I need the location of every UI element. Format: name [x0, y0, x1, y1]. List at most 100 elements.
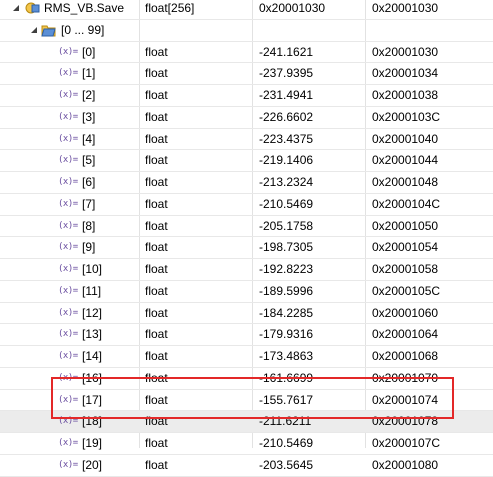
value-cell[interactable]: -173.4863: [253, 346, 366, 367]
type-cell: float: [145, 349, 168, 363]
name-cell: (x)= [19]: [0, 433, 140, 454]
value-cell[interactable]: -155.7617: [253, 390, 366, 411]
location-cell: 0x20001068: [372, 349, 439, 363]
value-cell[interactable]: -192.8223: [253, 259, 366, 280]
table-row-selected[interactable]: (x)= [18] float -211.6211 0x20001078: [0, 411, 493, 433]
table-row[interactable]: (x)= [5] float -219.1406 0x20001044: [0, 150, 493, 172]
variable-icon: (x)=: [58, 46, 78, 57]
type-cell: [140, 20, 253, 41]
collapse-toggle-icon[interactable]: [13, 5, 19, 11]
location-cell: 0x20001078: [372, 414, 439, 429]
type-cell: float: [145, 109, 168, 124]
value-cell[interactable]: -213.2324: [253, 172, 366, 193]
name-cell: (x)= [13]: [0, 324, 140, 345]
type-cell: float: [145, 457, 168, 472]
element-index: [4]: [82, 131, 96, 146]
value-cell[interactable]: -179.9316: [253, 324, 366, 345]
value-cell[interactable]: -241.1621: [253, 42, 366, 63]
element-index: [17]: [82, 392, 103, 407]
location-cell: 0x2000103C: [372, 109, 441, 124]
type-cell: float: [145, 175, 168, 189]
type-cell: float: [145, 66, 168, 81]
value-cell[interactable]: -189.5996: [253, 281, 366, 302]
name-cell: (x)= [8]: [0, 216, 140, 237]
variable-icon: (x)=: [58, 177, 78, 187]
value-cell[interactable]: -203.5645: [253, 455, 366, 476]
table-row[interactable]: (x)= [8] float -205.1758 0x20001050: [0, 216, 493, 238]
variable-icon: (x)=: [58, 133, 78, 144]
table-row[interactable]: (x)= [17] float -155.7617 0x20001074: [0, 390, 493, 412]
name-cell: (x)= [17]: [0, 390, 140, 411]
name-cell: (x)= [12]: [0, 303, 140, 324]
value-cell[interactable]: -211.6211: [253, 411, 366, 432]
element-index: [1]: [82, 66, 96, 81]
table-row[interactable]: (x)= [14] float -173.4863 0x20001068: [0, 346, 493, 368]
name-cell: (x)= [7]: [0, 194, 140, 215]
location-cell: 0x20001080: [372, 457, 439, 472]
table-row[interactable]: (x)= [4] float -223.4375 0x20001040: [0, 129, 493, 151]
name-cell: (x)= [20]: [0, 455, 140, 476]
type-cell: float: [145, 392, 168, 407]
variable-icon: (x)=: [58, 242, 78, 253]
location-cell: 0x2000105C: [372, 283, 441, 298]
name-cell: (x)= [5]: [0, 150, 140, 171]
name-cell: [0 ... 99]: [0, 20, 140, 41]
type-cell: float: [145, 327, 168, 342]
value-cell[interactable]: -237.9395: [253, 63, 366, 84]
element-index: [8]: [82, 218, 96, 233]
value-cell[interactable]: -210.5469: [253, 194, 366, 215]
table-row[interactable]: (x)= [0] float -241.1621 0x20001030: [0, 42, 493, 64]
collapse-toggle-icon[interactable]: [31, 26, 37, 33]
table-row[interactable]: (x)= [2] float -231.4941 0x20001038: [0, 85, 493, 107]
type-cell: float: [145, 262, 168, 276]
table-row[interactable]: (x)= [19] float -210.5469 0x2000107C: [0, 433, 493, 455]
variable-icon: (x)=: [58, 198, 78, 209]
element-index: [12]: [82, 305, 103, 320]
type-cell: float: [145, 370, 168, 385]
value-cell[interactable]: -226.6602: [253, 107, 366, 128]
location-cell: 0x20001060: [372, 305, 439, 320]
variable-icon: (x)=: [58, 264, 78, 274]
tree-row-rms-vb-save[interactable]: RMS_VB.Save float[256] 0x20001030 0x2000…: [0, 0, 493, 20]
table-row[interactable]: (x)= [7] float -210.5469 0x2000104C: [0, 194, 493, 216]
table-row[interactable]: (x)= [12] float -184.2285 0x20001060: [0, 303, 493, 325]
type-cell: float: [145, 153, 168, 168]
table-row[interactable]: (x)= [16] float -161.6699 0x20001070: [0, 368, 493, 390]
table-row[interactable]: (x)= [1] float -237.9395 0x20001034: [0, 63, 493, 85]
type-cell: float: [145, 44, 168, 59]
location-cell: 0x20001074: [372, 392, 439, 407]
table-row[interactable]: (x)= [11] float -189.5996 0x2000105C: [0, 281, 493, 303]
name-cell: (x)= [11]: [0, 281, 140, 302]
table-row[interactable]: (x)= [13] float -179.9316 0x20001064: [0, 324, 493, 346]
variable-icon: (x)=: [58, 438, 78, 448]
table-row[interactable]: (x)= [10] float -192.8223 0x20001058: [0, 259, 493, 281]
table-row[interactable]: (x)= [3] float -226.6602 0x2000103C: [0, 107, 493, 129]
value-cell[interactable]: -223.4375: [253, 129, 366, 150]
array-variable-icon: [25, 2, 40, 14]
variable-icon: (x)=: [58, 285, 78, 296]
value-cell[interactable]: -161.6699: [253, 368, 366, 389]
tree-row-range-group[interactable]: [0 ... 99]: [0, 20, 493, 42]
table-row[interactable]: (x)= [9] float -198.7305 0x20001054: [0, 237, 493, 259]
variable-icon: (x)=: [58, 329, 78, 340]
value-cell[interactable]: -205.1758: [253, 216, 366, 237]
value-cell[interactable]: -184.2285: [253, 303, 366, 324]
element-index: [9]: [82, 240, 96, 255]
location-cell: 0x2000104C: [372, 196, 441, 211]
value-cell[interactable]: -198.7305: [253, 237, 366, 258]
value-cell[interactable]: -210.5469: [253, 433, 366, 454]
name-cell: (x)= [2]: [0, 85, 140, 106]
name-cell: (x)= [0]: [0, 42, 140, 63]
expressions-tree-table[interactable]: RMS_VB.Save float[256] 0x20001030 0x2000…: [0, 0, 493, 477]
element-index: [19]: [82, 436, 103, 450]
value-cell[interactable]: -219.1406: [253, 150, 366, 171]
value-cell[interactable]: -231.4941: [253, 85, 366, 106]
table-row[interactable]: (x)= [20] float -203.5645 0x20001080: [0, 455, 493, 477]
table-row[interactable]: (x)= [6] float -213.2324 0x20001048: [0, 172, 493, 194]
location-cell: 0x20001070: [372, 370, 439, 385]
location-cell: 0x20001058: [372, 262, 439, 276]
variable-icon: (x)=: [58, 90, 78, 100]
value-cell[interactable]: 0x20001030: [253, 0, 366, 19]
value-cell: [253, 20, 366, 41]
element-index: [20]: [82, 457, 103, 472]
